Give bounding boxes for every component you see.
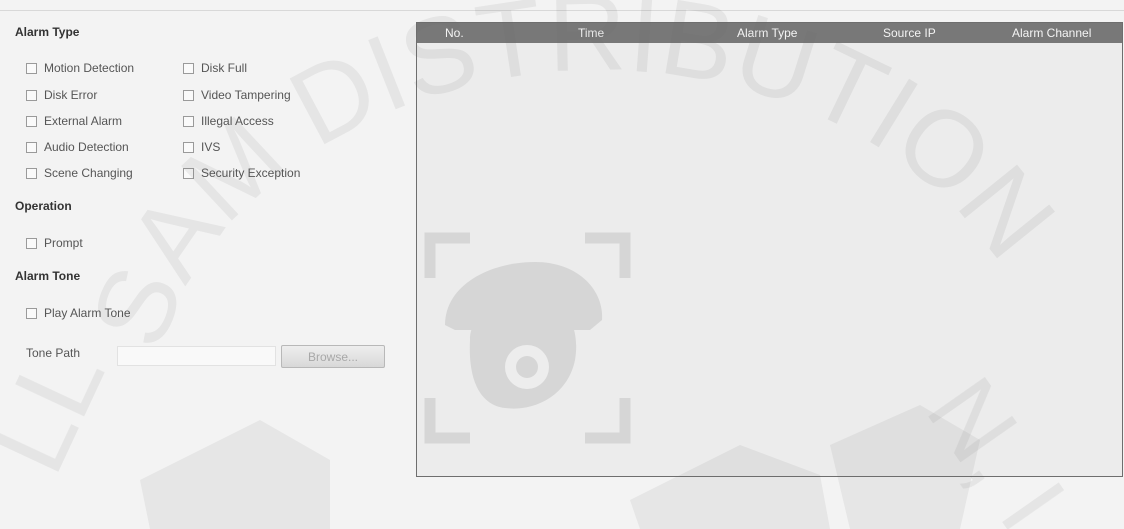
checkbox-label: Play Alarm Tone <box>44 306 131 320</box>
checkbox-icon[interactable] <box>26 62 37 74</box>
checkbox-scene-changing[interactable]: Scene Changing <box>26 166 133 180</box>
checkbox-icon[interactable] <box>183 141 194 153</box>
checkbox-label: Disk Error <box>44 88 98 102</box>
checkbox-label: Prompt <box>44 236 83 250</box>
checkbox-audio-detection[interactable]: Audio Detection <box>26 140 129 154</box>
checkbox-icon[interactable] <box>183 62 194 74</box>
checkbox-icon[interactable] <box>26 307 37 319</box>
alarm-table: No. Time Alarm Type Source IP Alarm Chan… <box>416 22 1123 477</box>
operation-title: Operation <box>15 199 72 213</box>
column-header-no: No. <box>445 26 464 40</box>
checkbox-icon[interactable] <box>26 237 37 249</box>
checkbox-icon[interactable] <box>183 115 194 127</box>
alarm-type-title: Alarm Type <box>15 25 80 39</box>
checkbox-prompt[interactable]: Prompt <box>26 236 83 250</box>
checkbox-icon[interactable] <box>183 167 194 179</box>
checkbox-disk-error[interactable]: Disk Error <box>26 88 97 102</box>
checkbox-label: Motion Detection <box>44 61 135 75</box>
checkbox-video-tampering[interactable]: Video Tampering <box>183 88 291 102</box>
checkbox-ivs[interactable]: IVS <box>183 140 220 154</box>
column-header-alarm-type: Alarm Type <box>737 26 798 40</box>
checkbox-illegal-access[interactable]: Illegal Access <box>183 114 274 128</box>
checkbox-icon[interactable] <box>26 167 37 179</box>
checkbox-security-exception[interactable]: Security Exception <box>183 166 300 180</box>
column-header-alarm-channel: Alarm Channel <box>1012 26 1092 40</box>
checkbox-disk-full[interactable]: Disk Full <box>183 61 247 75</box>
checkbox-label: Security Exception <box>201 166 301 180</box>
checkbox-label: Disk Full <box>201 61 248 75</box>
bullet-camera-icon-left <box>140 420 330 529</box>
checkbox-label: Scene Changing <box>44 166 133 180</box>
checkbox-label: IVS <box>201 140 221 154</box>
column-header-source-ip: Source IP <box>883 26 936 40</box>
column-header-time: Time <box>578 26 605 40</box>
checkbox-external-alarm[interactable]: External Alarm <box>26 114 122 128</box>
checkbox-play-alarm-tone[interactable]: Play Alarm Tone <box>26 306 131 320</box>
top-divider <box>0 10 1124 11</box>
checkbox-icon[interactable] <box>26 89 37 101</box>
checkbox-label: Audio Detection <box>44 140 129 154</box>
table-header: No. Time Alarm Type Source IP Alarm Chan… <box>417 23 1122 43</box>
checkbox-icon[interactable] <box>183 89 194 101</box>
checkbox-label: Video Tampering <box>201 88 291 102</box>
checkbox-label: Illegal Access <box>201 114 274 128</box>
tone-path-input[interactable] <box>117 346 276 366</box>
checkbox-icon[interactable] <box>26 141 37 153</box>
browse-button[interactable]: Browse... <box>281 345 385 368</box>
alarm-tone-title: Alarm Tone <box>15 269 81 283</box>
tone-path-label: Tone Path <box>26 346 81 360</box>
checkbox-motion-detection[interactable]: Motion Detection <box>26 61 134 75</box>
checkbox-icon[interactable] <box>26 115 37 127</box>
checkbox-label: External Alarm <box>44 114 123 128</box>
